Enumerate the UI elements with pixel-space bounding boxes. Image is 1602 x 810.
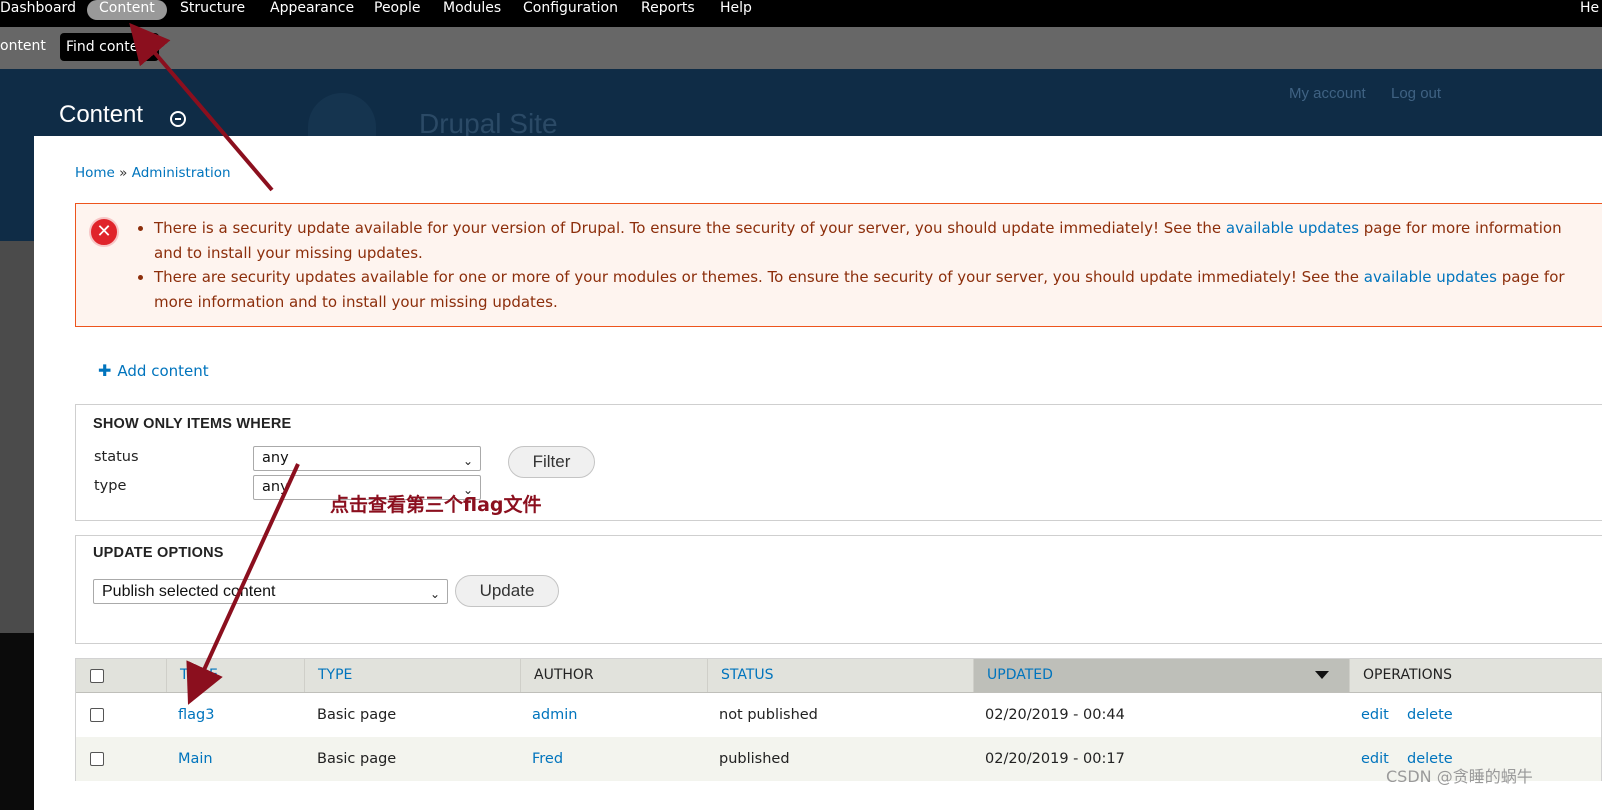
watermark: CSDN @贪睡的蜗牛	[1386, 767, 1533, 786]
annotation-text: 点击查看第三个flag文件	[330, 494, 542, 516]
annotation-arrows	[129, 22, 300, 705]
annotation-arrow-to-flag3	[186, 463, 300, 705]
annotation-arrow-to-content-tab	[129, 22, 274, 192]
